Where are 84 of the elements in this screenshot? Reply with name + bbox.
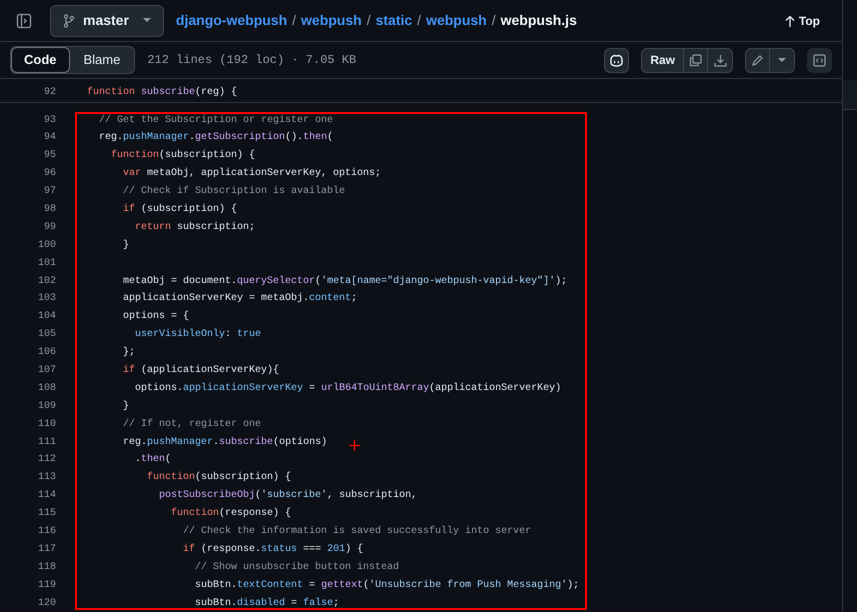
- breadcrumb-separator: /: [492, 11, 496, 30]
- breadcrumb-separator: /: [417, 11, 422, 30]
- view-tab[interactable]: Blame: [70, 47, 134, 74]
- code-line: // Check the information is saved successfully into server: [182, 524, 532, 539]
- breadcrumb-link[interactable]: webpush: [301, 10, 362, 32]
- line-number: 100: [36, 238, 56, 253]
- line-number: 106: [36, 346, 56, 360]
- code-line: // Show unsubscribe button instead: [194, 560, 400, 575]
- code-line: function(subscription) {: [110, 148, 256, 164]
- sidebar-toggle-icon[interactable]: [16, 12, 32, 29]
- crosshair-icon: [349, 440, 360, 452]
- line-number: 94: [42, 131, 56, 146]
- code-line: metaObj = document.querySelector('meta[name="django-webpush-vapid-key"]');: [122, 274, 568, 289]
- file-name: webpush.js: [500, 11, 577, 30]
- line-number: 97: [42, 185, 56, 200]
- line-number: 111: [36, 436, 56, 450]
- line-number: 99: [42, 220, 56, 235]
- code-line: if (response.status === 201) {: [182, 542, 364, 557]
- breadcrumb-separator: /: [292, 11, 296, 30]
- caret-icon: [142, 18, 151, 24]
- code-line: if (applicationServerKey){: [122, 364, 280, 378]
- copy-icon: [689, 54, 702, 67]
- code-line: }: [122, 238, 130, 253]
- line-number: 95: [42, 149, 56, 164]
- code-line: if (subscription) {: [122, 202, 238, 217]
- file-info: 212 lines (192 loc) · 7.05 KB: [147, 52, 356, 70]
- line-number: 93: [42, 114, 56, 128]
- code-line: function(response) {: [170, 506, 292, 522]
- code-line: .then(: [134, 452, 172, 468]
- line-number: 113: [36, 471, 56, 486]
- line-number: 98: [42, 202, 56, 217]
- branch-icon: [63, 14, 75, 28]
- line-number: 118: [36, 560, 56, 575]
- code-line: reg.pushManager.subscribe(options): [122, 436, 328, 450]
- arrow-up-icon: [784, 14, 795, 27]
- code-line: return subscription;: [134, 220, 256, 235]
- code-line: var metaObj, applicationServerKey, options;: [122, 166, 382, 182]
- code-line: // Check if Subscription is available: [122, 184, 346, 200]
- line-number: 92: [42, 86, 56, 100]
- symbols-button[interactable]: [807, 48, 832, 73]
- code-line: }: [122, 400, 130, 414]
- line-number: 102: [36, 274, 56, 289]
- branch-selector[interactable]: master: [50, 4, 164, 37]
- breadcrumb-link[interactable]: django-webpush: [176, 10, 288, 32]
- download-icon: [714, 54, 726, 67]
- code-line: function(subscription) {: [146, 470, 292, 486]
- line-number: 114: [36, 489, 56, 504]
- breadcrumb-link[interactable]: static: [376, 10, 412, 32]
- breadcrumb-separator: /: [366, 11, 371, 30]
- line-number: 101: [36, 256, 56, 271]
- line-number: 107: [36, 364, 56, 378]
- line-number: 112: [36, 453, 56, 468]
- line-number: 119: [36, 578, 56, 593]
- line-number: 108: [36, 382, 56, 396]
- view-tab[interactable]: Code: [11, 47, 70, 74]
- code-line: options = {: [122, 310, 190, 324]
- line-number: 116: [36, 524, 56, 539]
- line-number: 104: [36, 310, 56, 324]
- copilot-icon: [609, 54, 624, 67]
- top-button[interactable]: Top: [778, 12, 826, 30]
- pencil-icon: [751, 54, 764, 67]
- code-line: options.applicationServerKey = urlB64ToUint8Array(applicationServerKey): [134, 382, 562, 396]
- line-number: 115: [36, 507, 56, 522]
- line-number: 110: [36, 418, 56, 432]
- breadcrumb-link[interactable]: webpush: [426, 10, 487, 32]
- code-line: // If not, register one: [122, 418, 262, 432]
- code-line: reg.pushManager.getSubscription().then(: [98, 130, 334, 146]
- code-line: subBtn.disabled = false;: [194, 596, 340, 611]
- line-number: 105: [36, 328, 56, 342]
- line-number: 109: [36, 400, 56, 414]
- line-number: 103: [36, 292, 56, 306]
- code-line: function subscribe(reg) {: [87, 86, 238, 100]
- code-line: postSubscribeObj('subscribe', subscription,: [158, 488, 418, 504]
- code-line: userVisibleOnly: true: [134, 328, 262, 342]
- code-square-icon: [813, 54, 826, 67]
- code-line: // Get the Subscription or register one: [98, 114, 334, 128]
- code-line: subBtn.textContent = gettext('Unsubscribe from Push Messaging');: [194, 578, 580, 593]
- line-number: 96: [42, 167, 56, 182]
- line-number: 120: [36, 596, 56, 611]
- code-line: };: [122, 346, 136, 360]
- copilot-button[interactable]: [604, 48, 630, 73]
- code-line: applicationServerKey = metaObj.content;: [122, 292, 358, 306]
- line-number: 117: [36, 542, 56, 557]
- caret-icon: [778, 58, 786, 63]
